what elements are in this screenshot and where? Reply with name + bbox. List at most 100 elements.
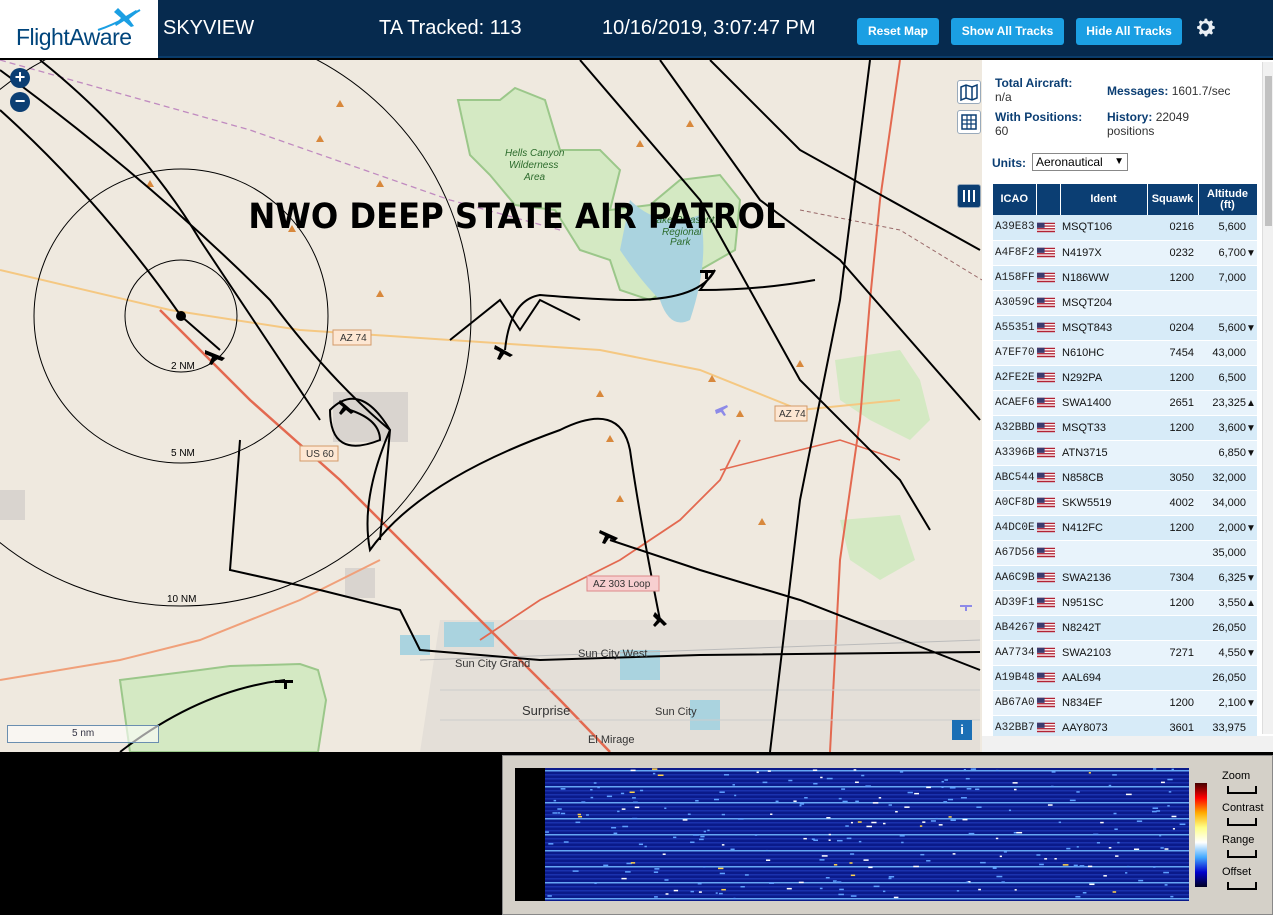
waterfall-contrast-slider[interactable]	[1227, 818, 1257, 826]
cell-icao: AD39F1	[993, 590, 1036, 616]
map-layers-button[interactable]	[957, 80, 981, 104]
map-canvas[interactable]: AZ 74 US 60 AZ 74 AZ 303 Loop Hells Cany…	[0, 60, 982, 752]
hide-all-tracks-button[interactable]: Hide All Tracks	[1076, 18, 1182, 45]
waterfall-speck	[695, 800, 699, 802]
waterfall-speck	[1156, 810, 1161, 812]
table-row[interactable]: A55351 MSQT843 0204 5,600▼	[993, 315, 1257, 341]
units-selected: Aeronautical	[1036, 155, 1103, 169]
waterfall-speck	[578, 815, 582, 818]
waterfall-speck	[941, 786, 944, 789]
us-flag-icon	[1037, 497, 1055, 508]
table-row[interactable]: A2FE2E N292PA 1200 6,500	[993, 365, 1257, 391]
waterfall-speck	[1100, 821, 1104, 824]
cell-squawk	[1147, 540, 1198, 566]
gray-lot-3	[0, 490, 25, 520]
waterfall-zoom-slider[interactable]	[1227, 786, 1257, 794]
table-row[interactable]: A158FF N186WW 1200 7,000	[993, 265, 1257, 291]
table-row[interactable]: AA7734 SWA2103 7271 4,550▼	[993, 640, 1257, 666]
us-flag-icon	[1037, 297, 1055, 308]
cell-altitude: 5,600	[1198, 215, 1257, 241]
table-row[interactable]: AB67A0 N834EF 1200 2,100▼	[993, 690, 1257, 716]
table-row[interactable]: ACAEF6 SWA1400 2651 23,325▲	[993, 390, 1257, 416]
table-row[interactable]: AA6C9B SWA2136 7304 6,325▼	[993, 565, 1257, 591]
waterfall-speck	[920, 853, 925, 856]
table-row[interactable]: A4F8F2 N4197X 0232 6,700▼	[993, 240, 1257, 266]
map-view[interactable]: AZ 74 US 60 AZ 74 AZ 303 Loop Hells Cany…	[0, 60, 982, 752]
altitude-trend-icon: ▲	[1246, 397, 1256, 409]
cell-ident: N4197X	[1060, 240, 1147, 266]
table-row[interactable]: A7EF70 N610HC 7454 43,000	[993, 340, 1257, 366]
reset-map-button[interactable]: Reset Map	[857, 18, 939, 45]
col-altitude[interactable]: Altitude (ft)	[1198, 184, 1258, 215]
waterfall-speck	[634, 806, 640, 809]
cell-squawk: 1200	[1147, 415, 1198, 441]
cell-altitude: 5,600▼	[1198, 315, 1257, 341]
waterfall-speck	[882, 890, 886, 893]
current-datetime: 10/16/2019, 3:07:47 PM	[602, 17, 816, 39]
us-flag-icon	[1037, 372, 1055, 383]
waterfall-speck	[1076, 791, 1080, 793]
waterfall-offset-slider[interactable]	[1227, 882, 1257, 890]
cell-altitude: 6,325▼	[1198, 565, 1257, 591]
zoom-out-button[interactable]: −	[10, 92, 30, 112]
waterfall-speck	[673, 889, 679, 892]
waterfall-speck	[1112, 891, 1117, 893]
waterfall-line	[545, 818, 1189, 820]
flightaware-logo[interactable]: FlightAware	[0, 0, 158, 58]
color-scale-bar	[1195, 783, 1207, 887]
zoom-in-button[interactable]: +	[10, 68, 30, 88]
waterfall-speck	[1170, 895, 1174, 898]
waterfall-speck	[657, 774, 664, 777]
scrollbar-thumb[interactable]	[1265, 76, 1272, 226]
waterfall-speck	[613, 832, 618, 835]
col-squawk[interactable]: Squawk	[1147, 184, 1199, 215]
waterfall-speck	[938, 824, 943, 826]
waterfall-speck	[690, 890, 694, 893]
grid-toggle-button[interactable]	[957, 110, 981, 134]
cell-altitude: 43,000	[1198, 340, 1257, 366]
waterfall-speck	[1167, 778, 1173, 781]
table-row[interactable]: A67D56 35,000	[993, 540, 1257, 566]
info-button[interactable]: i	[952, 720, 972, 740]
table-row[interactable]: A32BBD MSQT33 1200 3,600▼	[993, 415, 1257, 441]
table-row[interactable]: A4DC0E N412FC 1200 2,000▼	[993, 515, 1257, 541]
waterfall-speck	[721, 888, 726, 891]
altitude-value: 34,000	[1212, 496, 1246, 509]
waterfall-display[interactable]	[515, 768, 1189, 901]
waterfall-speck	[965, 777, 970, 780]
waterfall-speck	[1075, 895, 1081, 898]
units-select[interactable]: Aeronautical ▼	[1032, 153, 1128, 171]
cell-icao: AB67A0	[993, 690, 1036, 716]
table-row[interactable]: A39E83 MSQT106 0216 5,600	[993, 215, 1257, 241]
waterfall-range-slider[interactable]	[1227, 850, 1257, 858]
col-ident[interactable]: Ident	[1060, 184, 1148, 215]
table-row[interactable]: A3396B ATN3715 6,850▼	[993, 440, 1257, 466]
table-row[interactable]: ABC544 N858CB 3050 32,000	[993, 465, 1257, 491]
col-flag[interactable]	[1036, 184, 1061, 215]
table-row[interactable]: A19B48 AAL694 26,050	[993, 665, 1257, 691]
waterfall-speck	[963, 769, 966, 771]
cell-icao: AB4267	[993, 615, 1036, 641]
table-row[interactable]: AB4267 N8242T 26,050	[993, 615, 1257, 641]
table-row[interactable]: A0CF8D SKW5519 4002 34,000	[993, 490, 1257, 516]
panel-horizontal-scrollbar[interactable]	[982, 736, 1273, 752]
waterfall-speck	[597, 786, 600, 789]
cell-squawk: 1200	[1147, 690, 1198, 716]
cell-squawk: 2651	[1147, 390, 1198, 416]
cell-flag	[1036, 565, 1060, 591]
table-row[interactable]: A3059C MSQT204	[993, 290, 1257, 316]
panel-scrollbar[interactable]	[1262, 62, 1273, 734]
waterfall-speck	[1050, 785, 1054, 788]
col-icao[interactable]: ICAO	[993, 184, 1037, 215]
us-flag-icon	[1037, 572, 1055, 583]
show-all-tracks-button[interactable]: Show All Tracks	[951, 18, 1064, 45]
waterfall-speck	[1058, 821, 1062, 824]
waterfall-speck	[1159, 834, 1162, 837]
table-row[interactable]: AD39F1 N951SC 1200 3,550▲	[993, 590, 1257, 616]
gear-icon[interactable]	[1192, 14, 1218, 40]
waterfall-speck	[1179, 823, 1186, 826]
waterfall-speck	[980, 861, 986, 864]
column-toggle-button[interactable]	[957, 184, 981, 208]
history-count: History: 22049 positions	[1107, 110, 1227, 138]
cell-altitude: 32,000	[1198, 465, 1257, 491]
